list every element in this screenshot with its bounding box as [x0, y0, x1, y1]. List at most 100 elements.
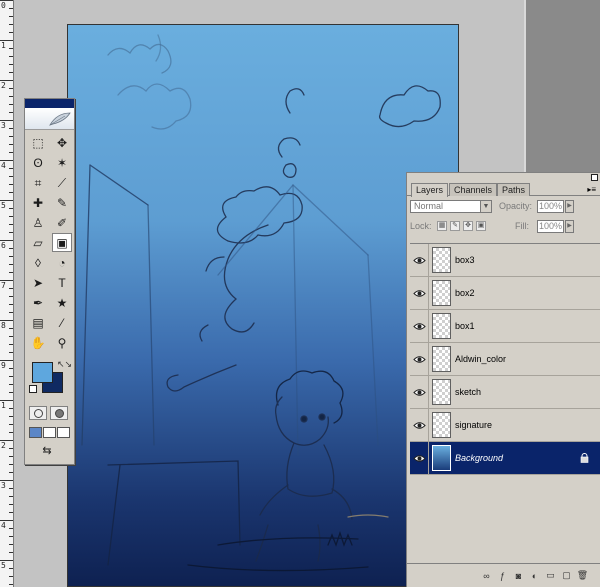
layer-style-icon[interactable]: ƒ	[496, 570, 509, 582]
quick-mask-mode-button[interactable]	[50, 406, 68, 420]
close-palette-icon[interactable]	[591, 174, 598, 181]
blur-tool-icon[interactable]: ◊	[28, 253, 48, 272]
layers-palette[interactable]: Layers Channels Paths ▸≡ Normal ▼ Opacit…	[406, 172, 600, 587]
ruler-tick	[9, 144, 13, 145]
ruler-tick	[9, 376, 13, 377]
ruler-tick	[9, 32, 13, 33]
layer-name[interactable]: box1	[455, 310, 475, 343]
pen-tool-icon[interactable]: ✒	[28, 293, 48, 312]
fill-slider-arrow-icon[interactable]: ▶	[565, 220, 574, 233]
tab-paths[interactable]: Paths	[497, 183, 531, 196]
ruler-tick	[9, 24, 13, 25]
layer-thumbnail[interactable]	[432, 412, 451, 438]
layer-thumbnail[interactable]	[432, 313, 451, 339]
eraser-tool-icon[interactable]: ▱	[28, 233, 48, 252]
dodge-tool-icon[interactable]: ◔	[52, 253, 72, 272]
blend-mode-select[interactable]: Normal ▼	[410, 200, 492, 213]
path-selection-tool-icon[interactable]: ➤	[28, 273, 48, 292]
layer-thumbnail[interactable]	[432, 280, 451, 306]
new-group-icon[interactable]: ▭	[544, 570, 557, 582]
layer-mask-icon[interactable]: ◙	[512, 570, 525, 582]
clone-stamp-tool-icon[interactable]: ♙	[28, 213, 48, 232]
eyedropper-tool-icon[interactable]: ⁄	[52, 313, 72, 332]
layer-row[interactable]: sketch	[410, 376, 600, 409]
tab-channels[interactable]: Channels	[449, 183, 498, 196]
link-layers-icon[interactable]: ∞	[480, 570, 493, 582]
crop-tool-icon[interactable]: ⌗	[28, 173, 48, 192]
layer-visibility-toggle[interactable]	[410, 409, 429, 442]
layer-row[interactable]: Aldwin_color	[410, 343, 600, 376]
layer-row[interactable]: box1	[410, 310, 600, 343]
standard-screen-mode-button[interactable]	[29, 427, 42, 438]
slice-tool-icon[interactable]: ⟋	[52, 173, 72, 192]
tab-layers[interactable]: Layers	[411, 183, 449, 197]
layer-row[interactable]: box2	[410, 277, 600, 310]
layer-row[interactable]: box3	[410, 244, 600, 277]
lock-position-icon[interactable]: ✥	[463, 221, 473, 231]
document-canvas[interactable]	[67, 24, 459, 587]
marquee-tool-icon[interactable]: ⬚	[28, 133, 48, 152]
ruler-tick	[9, 472, 13, 473]
brush-tool-icon[interactable]: ✎	[52, 193, 72, 212]
layer-visibility-toggle[interactable]	[410, 277, 429, 310]
opacity-field[interactable]: 100%	[537, 200, 564, 213]
full-screen-mode-button[interactable]	[57, 427, 70, 438]
layer-name[interactable]: signature	[455, 409, 492, 442]
lock-image-icon[interactable]: ✎	[450, 221, 460, 231]
ruler-tick	[9, 352, 13, 353]
lasso-tool-icon[interactable]: ʘ	[28, 153, 48, 172]
layer-thumbnail[interactable]	[432, 445, 451, 471]
ruler-label: 1	[1, 41, 6, 50]
layer-thumbnail[interactable]	[432, 247, 451, 273]
layer-name[interactable]: sketch	[455, 376, 481, 409]
ruler-tick	[9, 128, 13, 129]
layer-visibility-toggle[interactable]	[410, 244, 429, 277]
foreground-color-swatch[interactable]	[32, 362, 53, 383]
ruler-tick	[9, 312, 13, 313]
ruler-tick	[9, 104, 13, 105]
lock-all-icon[interactable]: ▣	[476, 221, 486, 231]
layer-name[interactable]: box2	[455, 277, 475, 310]
layer-visibility-toggle[interactable]	[410, 343, 429, 376]
magic-wand-tool-icon[interactable]: ✶	[52, 153, 72, 172]
type-tool-icon[interactable]: T	[52, 273, 72, 292]
custom-shape-tool-icon[interactable]: ★	[52, 293, 72, 312]
tools-palette[interactable]: ⬚ ✥ ʘ ✶ ⌗ ⟋ ✚ ✎ ♙ ✐ ▱ ▣ ◊ ◔ ➤ T ✒ ★ ▤ ⁄ ✋ ⚲ ↖↘ ⇆	[24, 98, 75, 465]
healing-brush-tool-icon[interactable]: ✚	[28, 193, 48, 212]
layer-name[interactable]: Background	[455, 442, 503, 475]
opacity-slider-arrow-icon[interactable]: ▶	[565, 200, 574, 213]
layer-name[interactable]: box3	[455, 244, 475, 277]
photoshop-feather-logo[interactable]	[25, 108, 74, 130]
history-brush-tool-icon[interactable]: ✐	[52, 213, 72, 232]
layer-visibility-toggle[interactable]	[410, 310, 429, 343]
lock-transparency-icon[interactable]: ▦	[437, 221, 447, 231]
jump-to-imageready-icon[interactable]: ⇆	[29, 444, 65, 458]
lock-fill-row: Lock: ▦ ✎ ✥ ▣ Fill: 100% ▶	[407, 216, 600, 236]
full-screen-menu-mode-button[interactable]	[43, 427, 56, 438]
layers-palette-titlebar[interactable]	[407, 173, 600, 183]
layer-visibility-toggle[interactable]	[410, 376, 429, 409]
notes-tool-icon[interactable]: ▤	[28, 313, 48, 332]
swap-colors-icon[interactable]: ↖↘	[57, 359, 72, 370]
layer-row[interactable]: Background	[410, 442, 600, 475]
layer-name[interactable]: Aldwin_color	[455, 343, 506, 376]
new-adjustment-layer-icon[interactable]: ◐	[528, 570, 541, 582]
layer-visibility-toggle[interactable]	[410, 442, 429, 475]
move-tool-icon[interactable]: ✥	[52, 133, 72, 152]
hand-tool-icon[interactable]: ✋	[28, 333, 48, 352]
tools-palette-titlebar[interactable]	[25, 99, 74, 108]
default-colors-icon[interactable]	[29, 385, 37, 393]
layer-row[interactable]: signature	[410, 409, 600, 442]
ruler-tick	[9, 232, 13, 233]
standard-mode-button[interactable]	[29, 406, 47, 420]
ruler-tick	[9, 432, 13, 433]
gradient-tool-icon[interactable]: ▣	[52, 233, 72, 252]
delete-layer-icon[interactable]: 🗑	[576, 570, 589, 582]
new-layer-icon[interactable]: ▢	[560, 570, 573, 582]
fill-field[interactable]: 100%	[537, 220, 564, 233]
layer-thumbnail[interactable]	[432, 346, 451, 372]
palette-menu-icon[interactable]: ▸≡	[587, 185, 596, 194]
ruler-label: 2	[1, 441, 6, 450]
layer-thumbnail[interactable]	[432, 379, 451, 405]
zoom-tool-icon[interactable]: ⚲	[52, 333, 72, 352]
